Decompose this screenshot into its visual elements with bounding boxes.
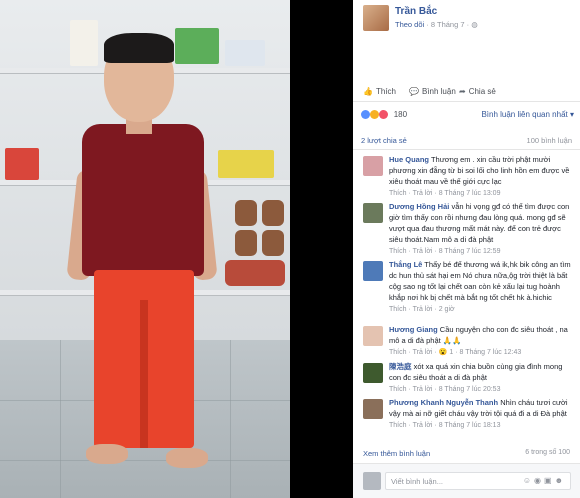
share-button[interactable]: ➦ Chia sẻ [459, 87, 496, 96]
reaction-count: 180 [393, 110, 408, 119]
post-meta: Theo dõi · 8 Tháng 7 · ◍ [395, 20, 478, 29]
share-count[interactable]: 2 lượt chia sẻ [361, 136, 407, 145]
view-more-comments-link[interactable]: Xem thêm bình luận [363, 449, 430, 458]
like-reaction-icon [361, 110, 370, 119]
comment-pagination-count: 6 trong số 100 [525, 449, 570, 456]
sticker-icon[interactable]: ☻ [555, 476, 566, 485]
share-icon: ➦ [459, 87, 466, 96]
commenter-avatar[interactable] [363, 261, 383, 281]
commenter-avatar[interactable] [363, 156, 383, 176]
comment-sort-dropdown[interactable]: Bình luận liên quan nhất ▾ [481, 110, 574, 119]
comment-footer[interactable]: Thích · Trả lời · 8 Tháng 7 lúc 12:59 [389, 246, 575, 257]
like-button[interactable]: 👍 Thích [363, 87, 396, 96]
post-side-panel: Trần Bắc Theo dõi · 8 Tháng 7 · ◍ 👍 Thích… [353, 0, 580, 498]
sad-reaction-icon [370, 110, 380, 119]
photo-letterbox [290, 0, 353, 498]
commenter-name[interactable]: Thắng Lê [389, 260, 422, 269]
post-date[interactable]: · 8 Tháng 7 · [426, 20, 469, 29]
gif-icon[interactable]: ▣ [544, 476, 555, 485]
post-photo[interactable] [0, 0, 290, 498]
comment-icon: 💬 [409, 87, 419, 96]
camera-icon[interactable]: ◉ [534, 476, 544, 485]
comment-input-placeholder: Viết bình luận... [391, 477, 443, 486]
comment-footer[interactable]: Thích · Trả lời · 8 Tháng 7 lúc 18:13 [389, 420, 575, 431]
commenter-name[interactable]: 陳浩庭 [389, 362, 412, 371]
comment-footer[interactable]: Thích · Trả lời · 8 Tháng 7 lúc 13:09 [389, 188, 575, 199]
commenter-avatar[interactable] [363, 363, 383, 383]
commenter-name[interactable]: Dương Hồng Hải [389, 202, 449, 211]
emoji-icon[interactable]: ☺ [523, 476, 534, 485]
commenter-name[interactable]: Hue Quang [389, 155, 429, 164]
chevron-down-icon: ▾ [569, 110, 574, 119]
follow-link[interactable]: Theo dõi [395, 20, 424, 29]
commenter-avatar[interactable] [363, 203, 383, 223]
commenter-name[interactable]: Hương Giang [389, 325, 438, 334]
reaction-summary[interactable]: 180 [361, 110, 407, 119]
thumbs-up-icon: 👍 [363, 87, 373, 96]
commenter-avatar[interactable] [363, 326, 383, 346]
current-user-avatar [363, 472, 381, 490]
comment-text: xót xa quá xin chia buồn cùng gia đình m… [389, 362, 563, 382]
globe-icon: ◍ [471, 20, 478, 29]
divider [353, 149, 580, 150]
comment-footer[interactable]: Thích · Trả lời · 8 Tháng 7 lúc 20:53 [389, 384, 575, 395]
comment-button[interactable]: 💬 Bình luận [409, 87, 456, 96]
commenter-name[interactable]: Phương Khanh Nguyễn Thanh [389, 398, 498, 407]
comment-input[interactable]: Viết bình luận... ☺◉▣☻ [385, 472, 571, 490]
author-avatar[interactable] [363, 5, 389, 31]
comment-footer[interactable]: Thích · Trả lời · 2 giờ [389, 304, 575, 315]
commenter-avatar[interactable] [363, 399, 383, 419]
love-reaction-icon [379, 110, 389, 119]
comment-composer: Viết bình luận... ☺◉▣☻ [353, 463, 580, 498]
author-name[interactable]: Trần Bắc [395, 6, 437, 17]
comment-footer[interactable]: Thích · Trả lời · 😮 1 · 8 Tháng 7 lúc 12… [389, 347, 575, 358]
comment-total: 100 bình luận [526, 136, 572, 145]
post-header: Trần Bắc Theo dõi · 8 Tháng 7 · ◍ [353, 0, 580, 42]
post-actions: 👍 Thích 💬 Bình luận ➦ Chia sẻ [353, 84, 580, 102]
photo-viewer: Trần Bắc Theo dõi · 8 Tháng 7 · ◍ 👍 Thích… [0, 0, 580, 498]
